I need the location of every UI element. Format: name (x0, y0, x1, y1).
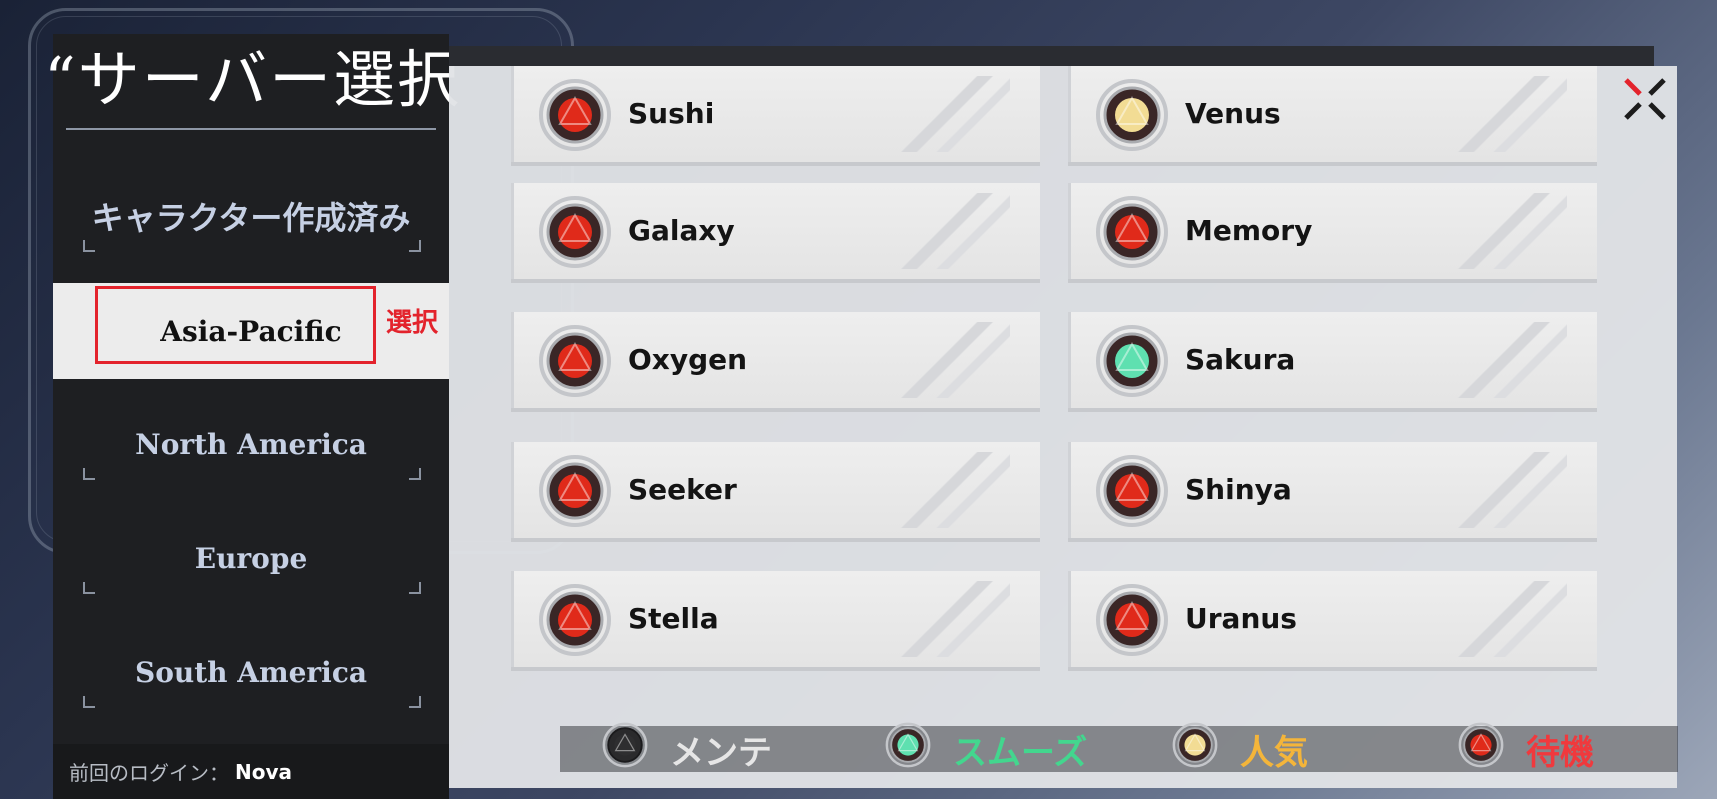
corner-mark (83, 468, 95, 480)
card-decoration (890, 452, 1010, 528)
status-waiting-icon (538, 195, 612, 269)
corner-mark (409, 582, 421, 594)
card-decoration (890, 76, 1010, 152)
status-waiting-icon (538, 78, 612, 152)
status-waiting-icon (1095, 583, 1169, 657)
panel-header-bar (449, 46, 1654, 66)
legend-label: 待機 (1526, 732, 1594, 773)
last-login-server: Nova (235, 759, 293, 784)
server-name: Galaxy (628, 214, 735, 247)
legend-item-waiting: 待機 (1458, 722, 1594, 773)
corner-mark (83, 582, 95, 594)
legend-item-maintenance: メンテ (602, 722, 772, 773)
status-smooth-icon (885, 722, 953, 777)
sidebar-item-north-america[interactable]: North America (53, 404, 449, 484)
sidebar-item-label: キャラクター作成済み (91, 199, 411, 237)
server-card-memory[interactable]: Memory (1068, 183, 1597, 279)
selection-highlight (95, 286, 376, 364)
sidebar-item-label: Europe (194, 541, 308, 575)
server-name: Oxygen (628, 343, 748, 376)
server-name: Uranus (1185, 602, 1297, 635)
title-divider (66, 128, 436, 130)
sidebar-item-label: South America (134, 655, 368, 689)
server-card-seeker[interactable]: Seeker (511, 442, 1040, 538)
card-decoration (890, 322, 1010, 398)
server-card-stella[interactable]: Stella (511, 571, 1040, 667)
status-waiting-icon (538, 324, 612, 398)
server-card-oxygen[interactable]: Oxygen (511, 312, 1040, 408)
corner-mark (83, 240, 95, 252)
status-waiting-icon (538, 583, 612, 657)
server-name: Sushi (628, 97, 715, 130)
corner-mark (409, 696, 421, 708)
card-decoration (1447, 76, 1567, 152)
card-decoration (1447, 452, 1567, 528)
legend-item-smooth: スムーズ (885, 722, 1088, 773)
status-waiting-icon (1095, 454, 1169, 528)
last-login: 前回のログイン： Nova (53, 744, 449, 799)
corner-mark (409, 240, 421, 252)
page-title: “サーバー選択 (44, 43, 462, 116)
server-name: Venus (1185, 97, 1281, 130)
legend-label: 人気 (1240, 732, 1308, 773)
status-popular-icon (1172, 722, 1240, 777)
corner-mark (83, 696, 95, 708)
sidebar-item-created-characters[interactable]: キャラクター作成済み (53, 176, 449, 256)
server-list-panel (449, 66, 1677, 788)
last-login-label: 前回のログイン： (69, 761, 229, 785)
legend-label: スムーズ (953, 732, 1088, 773)
status-waiting-icon (538, 454, 612, 528)
server-name: Stella (628, 602, 719, 635)
legend-item-popular: 人気 (1172, 722, 1308, 773)
server-card-sakura[interactable]: Sakura (1068, 312, 1597, 408)
card-decoration (890, 581, 1010, 657)
server-card-shinya[interactable]: Shinya (1068, 442, 1597, 538)
server-name: Sakura (1185, 343, 1296, 376)
card-decoration (1447, 193, 1567, 269)
server-name: Shinya (1185, 473, 1292, 506)
card-decoration (1447, 581, 1567, 657)
status-smooth-icon (1095, 324, 1169, 398)
server-name: Memory (1185, 214, 1313, 247)
status-waiting-icon (1458, 722, 1526, 777)
close-icon[interactable] (1620, 74, 1670, 124)
server-card-uranus[interactable]: Uranus (1068, 571, 1597, 667)
corner-mark (409, 468, 421, 480)
status-popular-icon (1095, 78, 1169, 152)
selection-annotation: 選択 (386, 308, 439, 338)
status-waiting-icon (1095, 195, 1169, 269)
status-maintenance-icon (602, 722, 670, 777)
legend-label: メンテ (670, 732, 772, 773)
card-decoration (1447, 322, 1567, 398)
sidebar-item-label: North America (135, 427, 367, 461)
server-name: Seeker (628, 473, 737, 506)
card-decoration (890, 193, 1010, 269)
server-card-galaxy[interactable]: Galaxy (511, 183, 1040, 279)
server-card-sushi[interactable]: Sushi (511, 66, 1040, 162)
server-card-venus[interactable]: Venus (1068, 66, 1597, 162)
sidebar-item-europe[interactable]: Europe (53, 518, 449, 598)
sidebar-item-south-america[interactable]: South America (53, 632, 449, 712)
